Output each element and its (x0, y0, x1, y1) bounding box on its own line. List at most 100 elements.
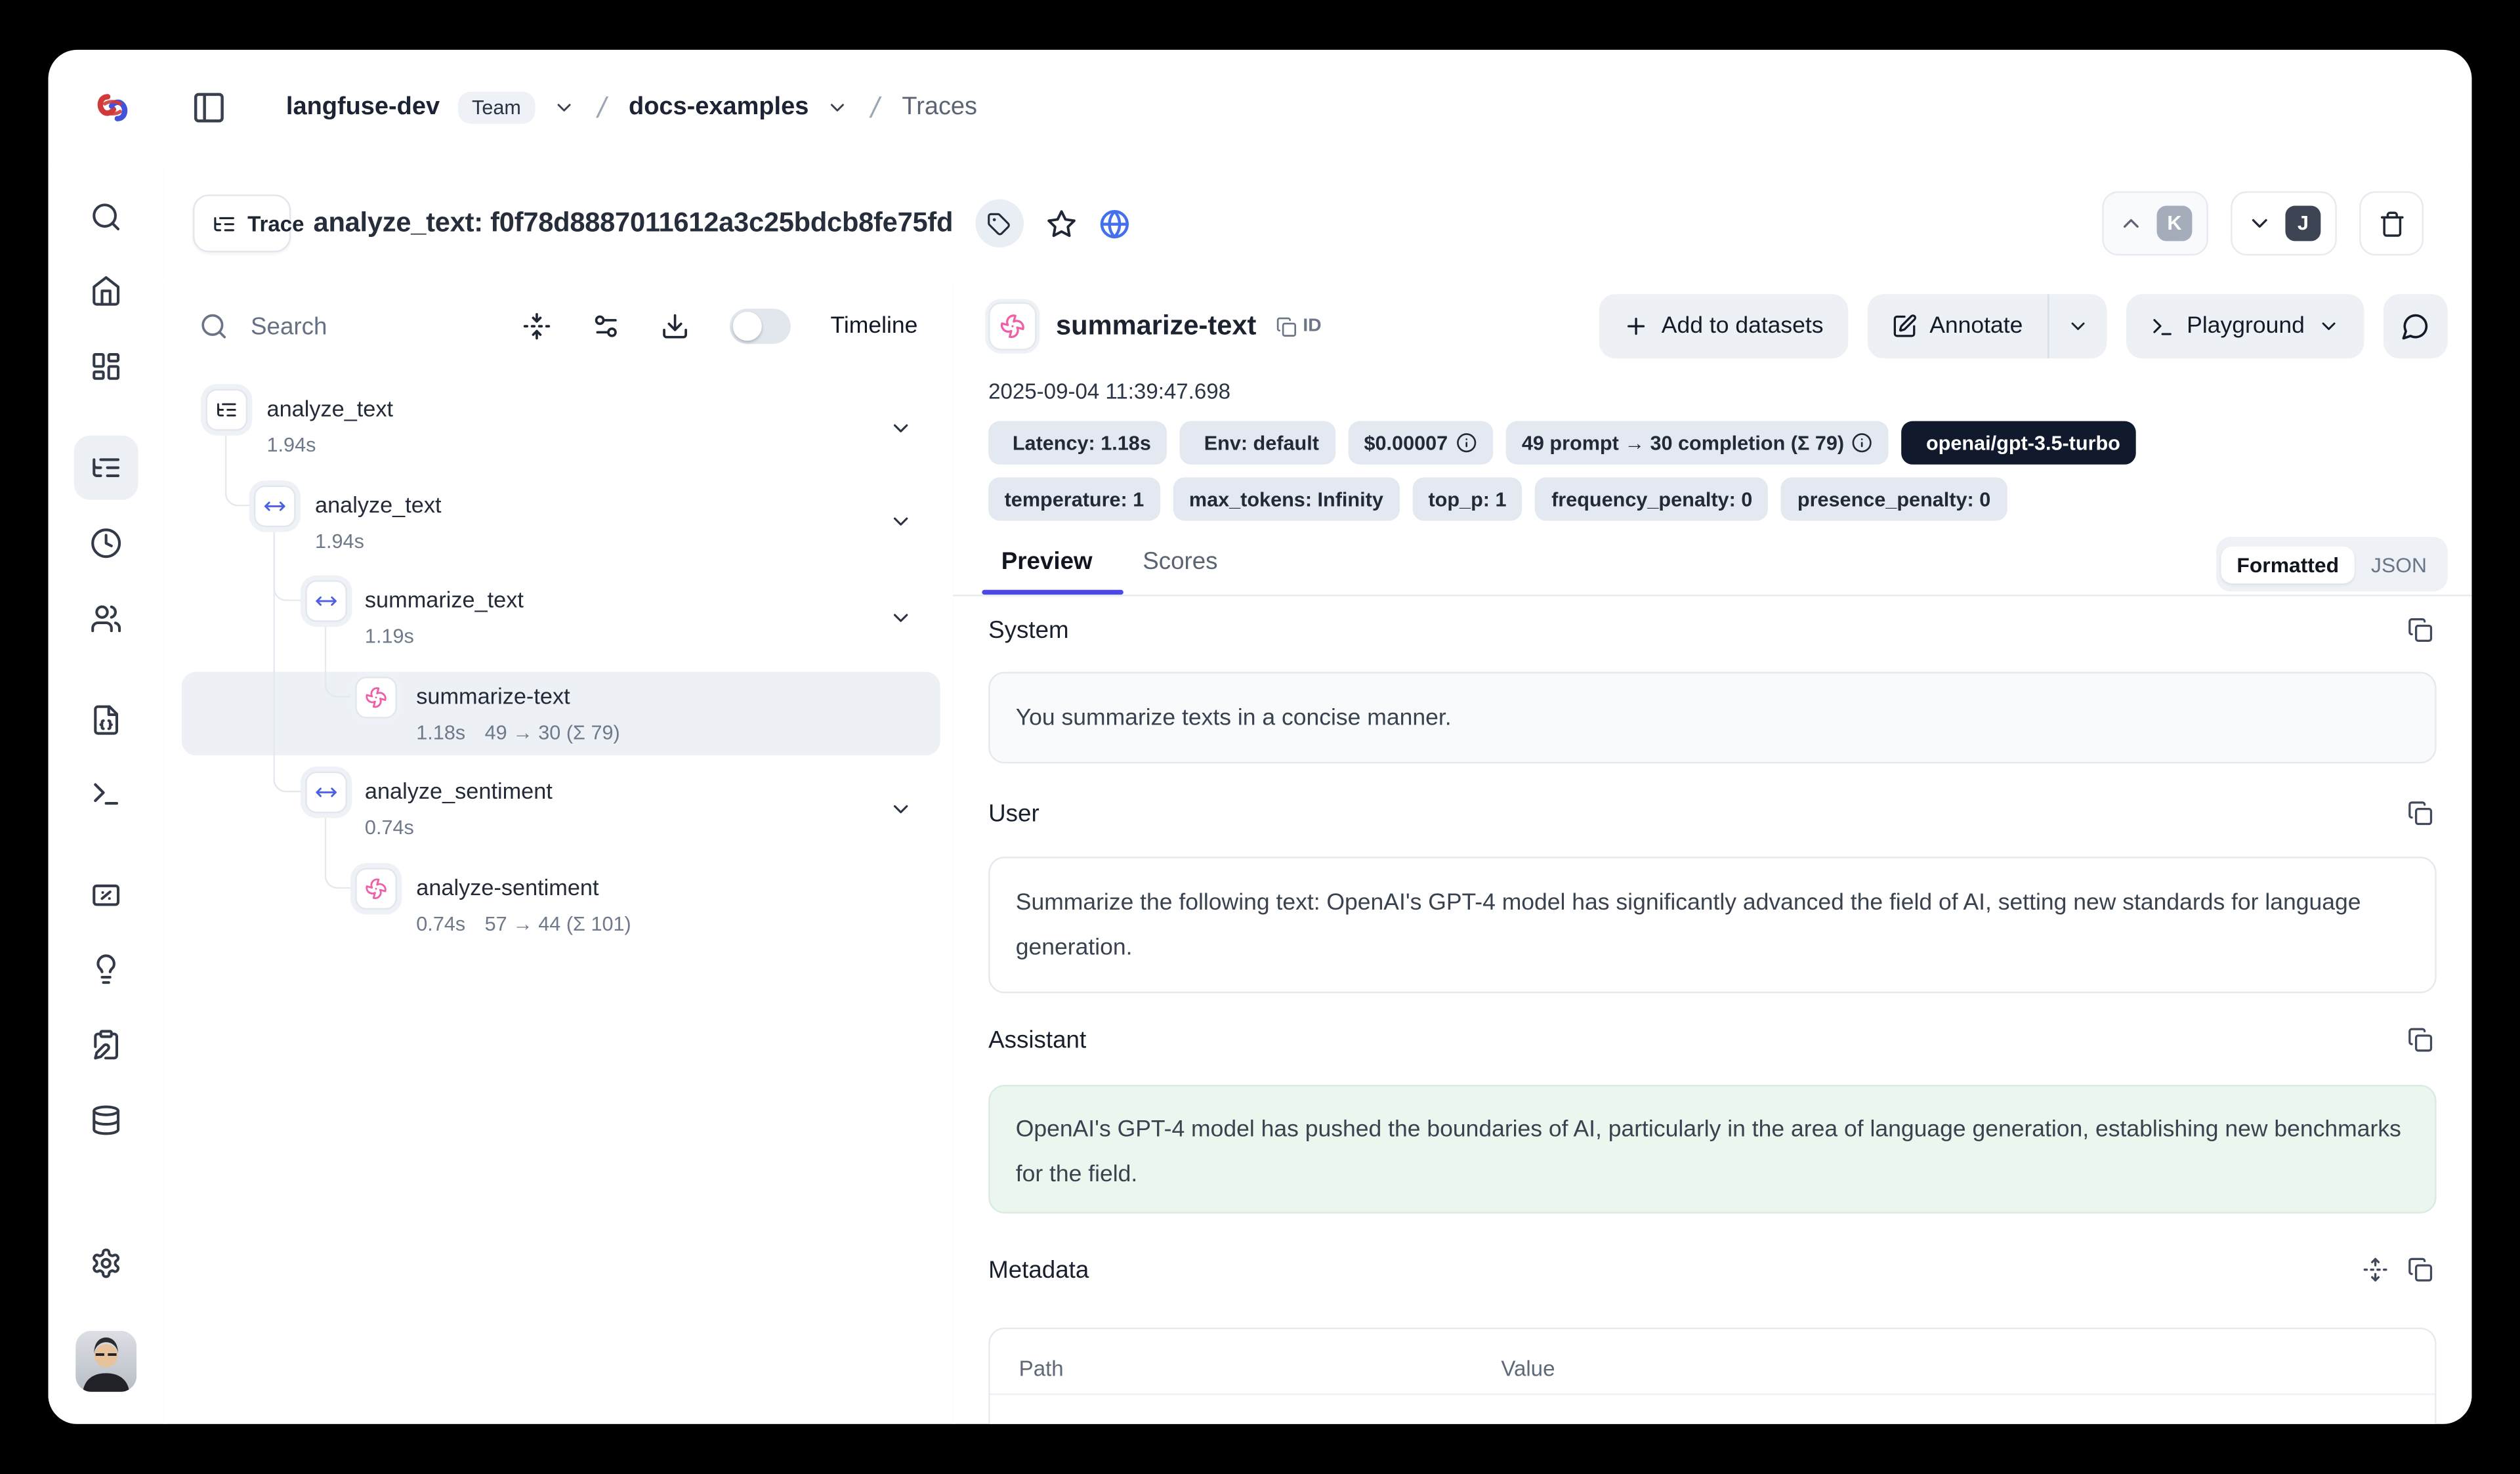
node-label: summarize_text (365, 587, 524, 612)
project-chevron-down-icon[interactable] (826, 96, 849, 119)
timeline-toggle[interactable] (729, 308, 790, 344)
rail-annotation[interactable] (74, 1013, 138, 1077)
chevron-down-icon[interactable] (889, 416, 913, 440)
breadcrumb-section[interactable]: Traces (902, 93, 977, 122)
tab-preview[interactable]: Preview (1001, 548, 1093, 576)
trace-type-label: Trace (247, 211, 272, 236)
span-node-icon-box (254, 486, 296, 528)
rail-prompts[interactable] (74, 688, 138, 752)
observation-title: summarize-text (1056, 310, 1256, 343)
chevron-down-icon[interactable] (889, 509, 913, 534)
playground-terminal-icon (90, 778, 122, 810)
top-p-badge: top_p: 1 (1412, 477, 1522, 520)
rail-settings[interactable] (74, 1231, 138, 1295)
trace-tree-icon (215, 398, 238, 421)
annotate-button[interactable]: Annotate (1867, 294, 2047, 358)
org-logo (92, 90, 134, 125)
rail-datasets[interactable] (74, 1088, 138, 1152)
chevron-down-icon[interactable] (889, 606, 913, 630)
star-icon[interactable] (1046, 208, 1077, 239)
detail-header: summarize-text ID Add to datasets Annota… (988, 294, 2448, 358)
toggle-knob (732, 312, 761, 341)
delete-trace-button[interactable] (2359, 191, 2424, 255)
chevron-down-icon[interactable] (889, 797, 913, 822)
breadcrumb-project[interactable]: docs-examples (629, 93, 808, 122)
tree-connector (325, 810, 357, 889)
search-input[interactable] (247, 311, 447, 342)
breadcrumb-separator: / (863, 91, 888, 124)
profile-avatar[interactable] (75, 1331, 136, 1392)
generation-icon-box (988, 302, 1036, 350)
globe-icon[interactable] (1099, 208, 1130, 239)
datasets-database-icon (90, 1104, 122, 1136)
span-node-icon-box (305, 580, 347, 622)
metadata-column-path: Path (1019, 1347, 1502, 1392)
playground-button[interactable]: Playground (2126, 294, 2364, 358)
copy-icon[interactable] (2408, 1027, 2433, 1053)
suggestions-lightbulb-icon (90, 953, 122, 985)
rail-users[interactable] (74, 587, 138, 651)
rail-search[interactable] (74, 185, 138, 249)
screen: langfuse-dev Team / docs-examples / Trac… (0, 0, 2520, 1474)
rail-tracing[interactable] (74, 436, 138, 500)
home-icon (90, 275, 122, 307)
trace-node-icon-box (205, 389, 247, 431)
tag-icon (988, 211, 1012, 236)
rail-dashboards[interactable] (74, 334, 138, 398)
metadata-table-header: Path Value (990, 1329, 2435, 1409)
tag-button[interactable] (975, 200, 1023, 247)
rail-home[interactable] (74, 259, 138, 323)
search-icon (200, 312, 228, 341)
rail-playground[interactable] (74, 762, 138, 826)
download-icon[interactable] (660, 312, 689, 341)
env-badge: Env: default (1180, 421, 1335, 465)
chevron-down-icon (2247, 211, 2273, 236)
node-tokens: 57 → 44 (Σ 101) (485, 913, 631, 935)
next-trace-button[interactable]: J (2231, 191, 2337, 255)
user-section-label: User (988, 801, 1040, 828)
annotate-dropdown-chevron[interactable] (2049, 294, 2107, 358)
format-json[interactable]: JSON (2355, 545, 2443, 582)
copy-icon[interactable] (2408, 1257, 2433, 1282)
chevron-down-icon (2317, 315, 2340, 337)
active-tab-underline (982, 590, 1124, 595)
dashboard-icon (90, 350, 122, 383)
copy-id-button[interactable]: ID (1276, 316, 1322, 337)
rail-suggestions[interactable] (74, 937, 138, 1001)
tree-connector (325, 619, 357, 698)
info-icon[interactable] (1456, 432, 1477, 453)
pen-square-icon (1891, 314, 1916, 339)
org-chevron-down-icon[interactable] (553, 96, 576, 119)
collapse-all-icon[interactable] (522, 312, 551, 341)
terminal-icon (2150, 314, 2174, 339)
system-section-label: System (988, 617, 1068, 644)
assistant-message-box: OpenAI's GPT-4 model has pushed the boun… (988, 1085, 2437, 1213)
trace-header-bar: Trace analyze_text: f0f78d8887011612a3c2… (164, 165, 2472, 283)
icon-rail (48, 165, 165, 1424)
temperature-badge: temperature: 1 (988, 477, 1160, 520)
metadata-column-value: Value (1501, 1347, 1555, 1392)
span-icon (264, 495, 286, 517)
copy-icon[interactable] (2408, 617, 2433, 642)
expand-icon[interactable] (2362, 1257, 2388, 1282)
format-formatted[interactable]: Formatted (2221, 545, 2355, 582)
cost-badge: $0.00007 (1348, 421, 1493, 465)
model-badge[interactable]: openai/gpt-3.5-turbo (1902, 421, 2136, 465)
tab-scores[interactable]: Scores (1143, 548, 1217, 576)
tree-settings-icon[interactable] (591, 312, 620, 341)
info-icon[interactable] (1852, 432, 1873, 453)
node-duration: 1.19s (365, 625, 414, 648)
copy-icon[interactable] (2408, 801, 2433, 826)
rail-sessions[interactable] (74, 511, 138, 576)
timeline-label: Timeline (830, 314, 917, 339)
node-duration-tokens: 0.74s57 → 44 (Σ 101) (416, 913, 631, 935)
trace-tree-icon (212, 211, 236, 236)
breadcrumb-separator: / (590, 91, 615, 124)
sidebar-toggle-icon[interactable] (191, 90, 226, 125)
previous-trace-button[interactable]: K (2102, 191, 2208, 255)
rail-evaluation[interactable] (74, 863, 138, 927)
breadcrumb-org[interactable]: langfuse-dev (286, 93, 440, 122)
add-to-datasets-button[interactable]: Add to datasets (1599, 294, 1847, 358)
comments-button[interactable] (2384, 294, 2448, 358)
avatar-image (75, 1331, 136, 1392)
